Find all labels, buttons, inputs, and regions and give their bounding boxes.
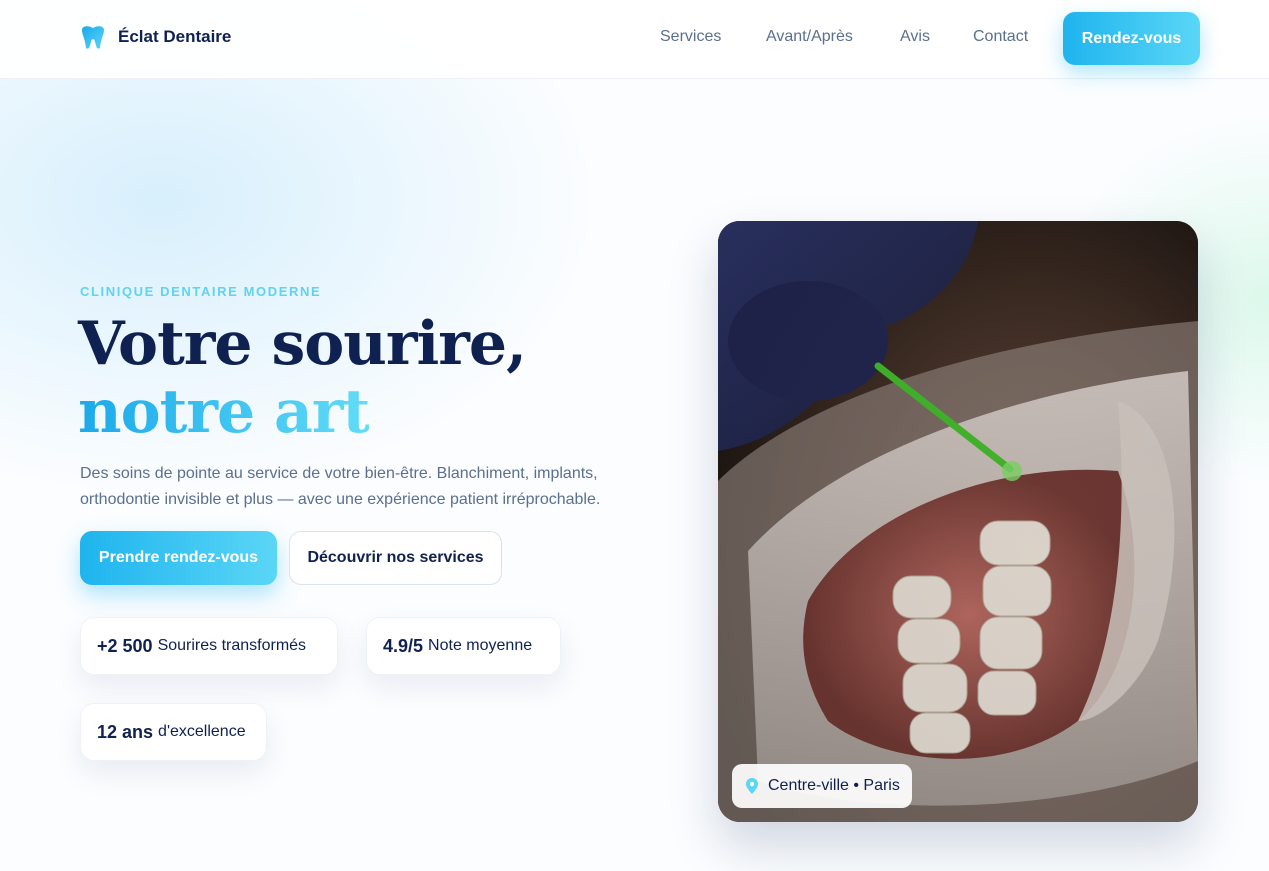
map-pin-icon [746,778,758,794]
rendez-vous-button[interactable]: Rendez-vous [1063,12,1200,65]
hero-eyebrow: CLINIQUE DENTAIRE MODERNE [80,284,322,299]
stat-card-smiles: +2 500 Sourires transformés [80,617,338,675]
book-appointment-button[interactable]: Prendre rendez-vous [80,531,277,585]
headline-main: Votre sourire, [78,309,527,379]
location-badge: Centre-ville • Paris [732,764,912,808]
tooth-icon [80,24,106,50]
stat-card-years: 12 ans d'excellence [80,703,267,761]
stat-value: 12 ans [97,721,154,742]
hero-dental-photo: Centre-ville • Paris [718,221,1198,822]
brand-name: Éclat Dentaire [118,27,232,46]
stat-label: Sourires transformés [157,637,307,654]
hero-subtitle: Des soins de pointe au service de votre … [80,465,601,508]
nav-link-contact[interactable]: Contact [973,28,1028,46]
location-text: Centre-ville • Paris [768,777,900,794]
stat-label: d'excellence [158,723,246,740]
stat-value: 4.9/5 [383,635,424,656]
stat-label: Note moyenne [428,637,533,654]
headline-accent: notre art [78,377,370,447]
stat-value: +2 500 [97,635,153,656]
nav-link-avant-apres[interactable]: Avant/Après [766,28,853,46]
nav-link-avis[interactable]: Avis [900,28,930,46]
nav-link-services[interactable]: Services [660,28,721,46]
brand-logo-link[interactable]: Éclat Dentaire [80,24,231,50]
stat-card-rating: 4.9/5 Note moyenne [366,617,561,675]
top-navbar: Éclat Dentaire Services Avant/Après Avis… [0,0,1269,79]
hero-headline: Votre sourire, notre art [78,310,698,446]
discover-services-button[interactable]: Découvrir nos services [289,531,502,585]
